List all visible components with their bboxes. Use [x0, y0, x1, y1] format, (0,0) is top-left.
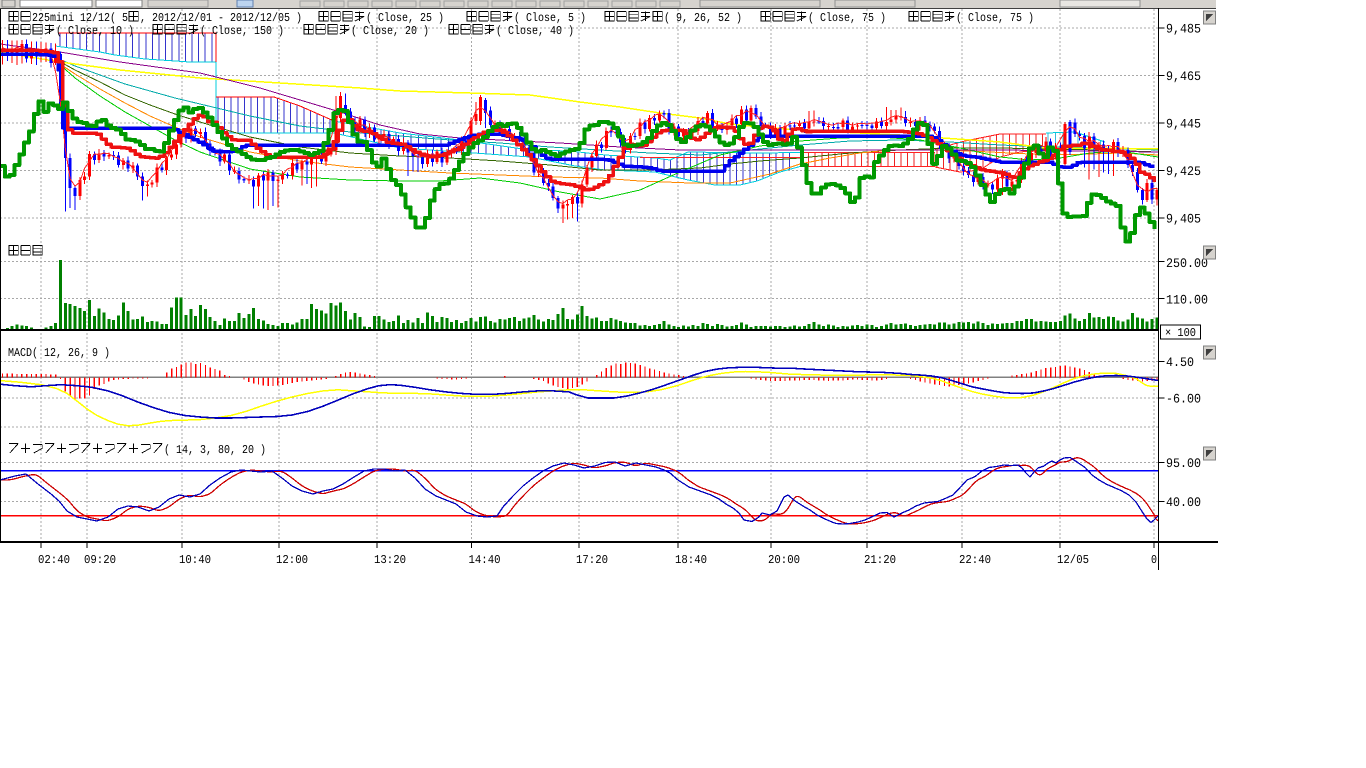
svg-text:18:40: 18:40	[675, 553, 707, 567]
svg-text:( 14, 3, 80, 20 ): ( 14, 3, 80, 20 )	[164, 443, 266, 457]
svg-text:09:20: 09:20	[84, 553, 116, 567]
svg-text:MACD( 12, 26, 9 ): MACD( 12, 26, 9 )	[8, 346, 110, 360]
svg-text:10:40: 10:40	[179, 553, 211, 567]
svg-text:-6.00: -6.00	[1166, 392, 1201, 407]
svg-text:( Close, 75 ): ( Close, 75 )	[808, 11, 886, 25]
svg-text:22:40: 22:40	[959, 553, 991, 567]
svg-text:225mini 12/12( 5: 225mini 12/12( 5	[32, 11, 128, 25]
svg-text:( 9, 26, 52 ): ( 9, 26, 52 )	[664, 11, 742, 25]
svg-text:21:20: 21:20	[864, 553, 896, 567]
svg-text:12:00: 12:00	[276, 553, 308, 567]
svg-text:( Close, 75 ): ( Close, 75 )	[956, 11, 1034, 25]
svg-text:9,465: 9,465	[1166, 69, 1201, 84]
svg-text:9,485: 9,485	[1166, 22, 1201, 37]
svg-text:110.00: 110.00	[1166, 293, 1208, 308]
svg-text:4.50: 4.50	[1166, 355, 1194, 370]
svg-text:95.00: 95.00	[1166, 456, 1201, 471]
svg-text:( Close, 5 ): ( Close, 5 )	[514, 11, 586, 25]
svg-text:9,425: 9,425	[1166, 164, 1201, 179]
svg-text:12/05: 12/05	[1057, 553, 1089, 567]
svg-text:20:00: 20:00	[768, 553, 800, 567]
svg-text:13:20: 13:20	[374, 553, 406, 567]
svg-text:( Close, 40 ): ( Close, 40 )	[496, 24, 574, 38]
svg-text:9,445: 9,445	[1166, 117, 1201, 132]
svg-text:, 2012/12/01 - 2012/12/05 ): , 2012/12/01 - 2012/12/05 )	[140, 11, 302, 25]
svg-text:02:40: 02:40	[38, 553, 70, 567]
svg-text:( Close, 150 ): ( Close, 150 )	[200, 24, 284, 38]
svg-text:( Close, 10 ): ( Close, 10 )	[56, 24, 134, 38]
svg-text:0: 0	[1151, 553, 1157, 567]
svg-text:14:40: 14:40	[469, 553, 501, 567]
svg-text:( Close, 25 ): ( Close, 25 )	[366, 11, 444, 25]
svg-text:( Close, 20 ): ( Close, 20 )	[351, 24, 429, 38]
svg-text:9,405: 9,405	[1166, 212, 1201, 227]
svg-text:40.00: 40.00	[1166, 495, 1201, 510]
svg-text:17:20: 17:20	[576, 553, 608, 567]
svg-text:250.00: 250.00	[1166, 256, 1208, 271]
svg-text:× 100: × 100	[1165, 326, 1196, 340]
